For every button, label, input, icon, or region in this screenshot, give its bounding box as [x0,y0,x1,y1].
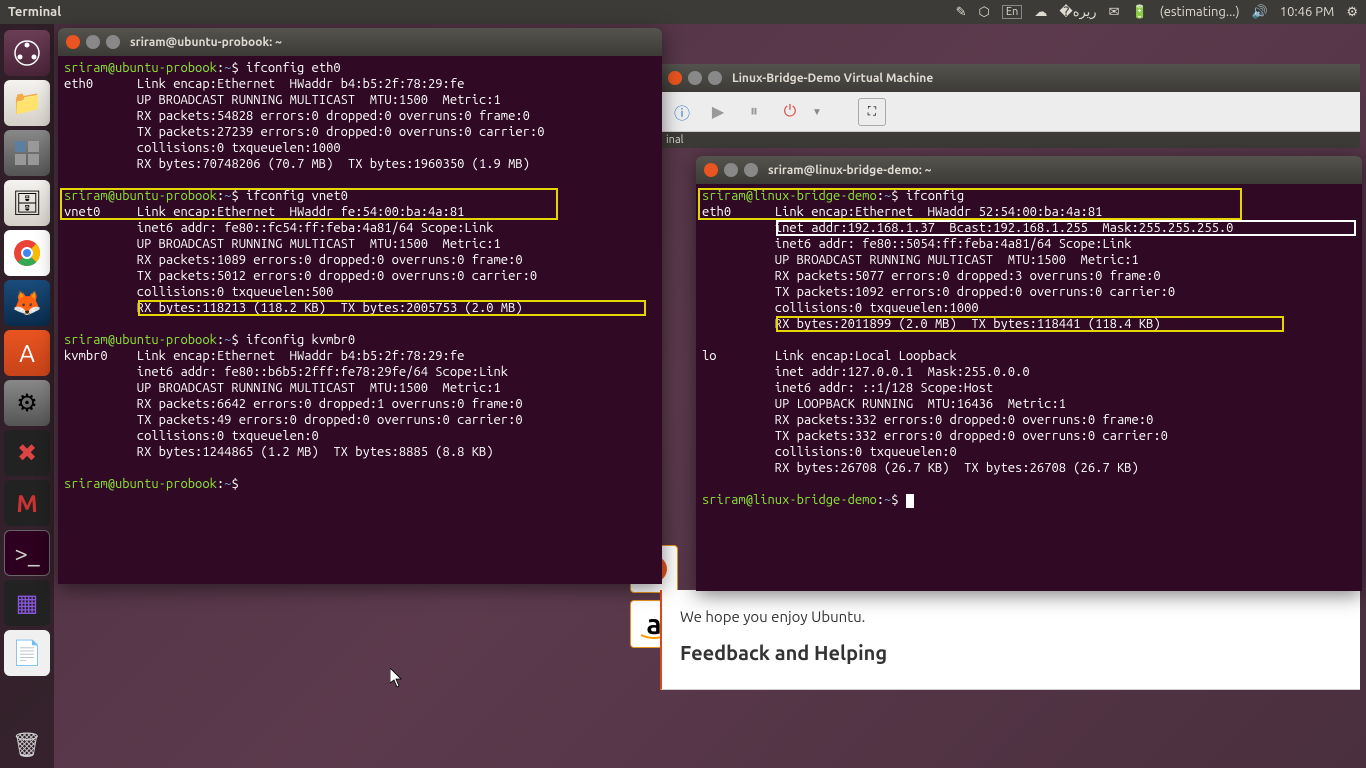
gear-icon[interactable]: ⚙ [1346,5,1358,20]
battery-icon[interactable]: 🔋 [1131,5,1147,20]
close-button[interactable] [704,163,718,177]
terminal2-titlebar[interactable]: sriram@linux-bridge-demo: ~ [696,156,1362,184]
play-button[interactable]: ▶ [704,98,732,126]
chrome-icon[interactable] [4,230,50,276]
minimize-button[interactable] [86,35,100,49]
top-menu-bar: Terminal ✎ ⬡ En ☁ �ريره ✉ 🔋 (estimating.… [0,0,1366,24]
workspace-switcher-icon[interactable] [4,130,50,176]
settings-icon[interactable]: ⚙ [4,380,50,426]
vm-inner-titlebar: inal [660,132,1360,148]
unity-launcher: 📁 🗄 🦊 A ⚙ ✖ M >_ ▦ 📄 🗑 [0,24,54,768]
terminal1-title: sriram@ubuntu-probook: ~ [130,36,282,49]
software-center-icon[interactable]: A [4,330,50,376]
trash-icon[interactable]: 🗑 [4,722,50,768]
feedback-heading: Feedback and Helping [680,641,1342,664]
terminal1-body[interactable]: sriram@ubuntu-probook:~$ ifconfig eth0 e… [58,56,662,496]
maximize-button[interactable] [744,163,758,177]
volume-icon[interactable]: 🔊 [1252,5,1268,20]
language-indicator[interactable]: En [1002,5,1022,19]
nautilus-icon[interactable]: 🗄 [4,180,50,226]
terminal-window-host[interactable]: sriram@ubuntu-probook: ~ sriram@ubuntu-p… [58,28,662,584]
battery-status[interactable]: (estimating...) [1160,5,1240,19]
vm-toolbar: ⓘ ▶ ⏸ ⏻ ▼ ⛶ [660,92,1360,132]
terminal-cursor [906,494,914,508]
vm-titlebar[interactable]: Linux-Bridge-Demo Virtual Machine [660,64,1360,92]
minimize-button[interactable] [724,163,738,177]
fullscreen-button[interactable]: ⛶ [858,98,886,126]
vm-window-title: Linux-Bridge-Demo Virtual Machine [732,72,933,85]
dropbox-icon[interactable]: ⬡ [979,5,990,20]
app-icon-3[interactable]: ▦ [4,580,50,626]
mouse-cursor [390,668,404,688]
cloud-icon[interactable]: ☁ [1034,5,1047,20]
welcome-text: We hope you enjoy Ubuntu. [680,608,1342,625]
terminal2-body[interactable]: sriram@linux-bridge-demo:~$ ifconfig eth… [696,184,1362,512]
vm-manager-window[interactable]: Linux-Bridge-Demo Virtual Machine ⓘ ▶ ⏸ … [660,64,1360,148]
minimize-button[interactable] [688,71,702,85]
close-button[interactable] [668,71,682,85]
info-button[interactable]: ⓘ [668,98,696,126]
wifi-icon[interactable]: �ريره [1059,5,1096,20]
clock[interactable]: 10:46 PM [1280,5,1335,19]
power-button[interactable]: ⏻ [776,98,804,126]
edit-icon[interactable]: ✎ [956,5,967,20]
terminal1-titlebar[interactable]: sriram@ubuntu-probook: ~ [58,28,662,56]
pause-button[interactable]: ⏸ [740,98,768,126]
firefox-icon[interactable]: 🦊 [4,280,50,326]
active-app-title: Terminal [8,5,956,19]
browser-content: We hope you enjoy Ubuntu. Feedback and H… [660,590,1360,690]
terminal-window-vm[interactable]: sriram@linux-bridge-demo: ~ sriram@linux… [696,156,1362,591]
terminal-icon[interactable]: >_ [4,530,50,576]
maximize-button[interactable] [106,35,120,49]
app-icon-1[interactable]: ✖ [4,430,50,476]
terminal2-title: sriram@linux-bridge-demo: ~ [768,164,931,177]
files-icon[interactable]: 📁 [4,80,50,126]
app-icon-2[interactable]: M [4,480,50,526]
dash-icon[interactable] [4,30,50,76]
vnet0-highlight-block: sriram@ubuntu-probook:~$ ifconfig vnet0 … [64,188,656,220]
document-icon[interactable]: 📄 [4,630,50,676]
close-button[interactable] [66,35,80,49]
maximize-button[interactable] [708,71,722,85]
dropdown-icon[interactable]: ▼ [812,106,822,118]
mail-icon[interactable]: ✉ [1109,5,1120,20]
